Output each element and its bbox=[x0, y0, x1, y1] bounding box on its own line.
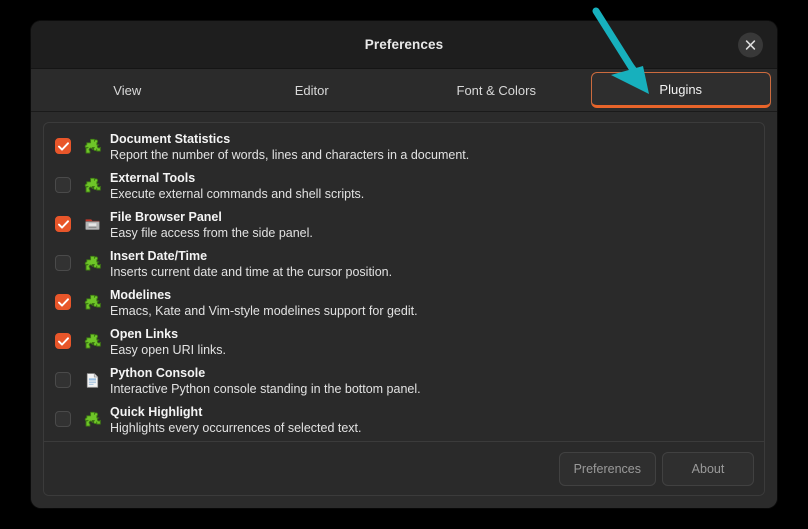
puzzle-piece-icon bbox=[83, 332, 101, 350]
folder-icon bbox=[83, 215, 101, 233]
puzzle-piece-icon bbox=[83, 254, 101, 272]
puzzle-piece-icon bbox=[83, 293, 101, 311]
plugin-description: Emacs, Kate and Vim-style modelines supp… bbox=[110, 303, 418, 319]
plugin-name: Insert Date/Time bbox=[110, 248, 392, 264]
tab-plugins[interactable]: Plugins bbox=[591, 72, 772, 108]
list-item[interactable]: Quick Highlight Highlights every occurre… bbox=[44, 400, 764, 439]
puzzle-piece-icon bbox=[83, 410, 101, 428]
plugin-name: External Tools bbox=[110, 170, 364, 186]
plugin-text: Insert Date/Time Inserts current date an… bbox=[110, 247, 392, 280]
preferences-tabbar: View Editor Font & Colors Plugins bbox=[31, 69, 777, 112]
check-icon bbox=[58, 337, 69, 346]
check-icon bbox=[58, 298, 69, 307]
check-icon bbox=[58, 142, 69, 151]
list-item[interactable]: Modelines Emacs, Kate and Vim-style mode… bbox=[44, 283, 764, 322]
plugin-checkbox[interactable] bbox=[55, 138, 71, 154]
plugin-preferences-label: Preferences bbox=[574, 462, 641, 476]
list-item[interactable]: External Tools Execute external commands… bbox=[44, 166, 764, 205]
preferences-window: Preferences View Editor Font & Colors Pl… bbox=[31, 21, 777, 508]
plugin-description: Easy file access from the side panel. bbox=[110, 225, 313, 241]
plugin-about-button[interactable]: About bbox=[662, 452, 754, 486]
plugin-description: Easy open URI links. bbox=[110, 342, 226, 358]
tab-plugins-label: Plugins bbox=[659, 82, 702, 97]
close-icon bbox=[745, 39, 756, 50]
plugin-checkbox[interactable] bbox=[55, 177, 71, 193]
plugin-text: Quick Highlight Highlights every occurre… bbox=[110, 403, 362, 436]
page-title: Preferences bbox=[365, 37, 443, 52]
list-item[interactable]: Document Statistics Report the number of… bbox=[44, 127, 764, 166]
close-button[interactable] bbox=[738, 32, 763, 57]
plugin-description: Execute external commands and shell scri… bbox=[110, 186, 364, 202]
list-item[interactable]: Open Links Easy open URI links. bbox=[44, 322, 764, 361]
plugin-name: Quick Highlight bbox=[110, 404, 362, 420]
plugin-text: File Browser Panel Easy file access from… bbox=[110, 208, 313, 241]
tab-view-label: View bbox=[113, 83, 141, 98]
plugin-checkbox[interactable] bbox=[55, 333, 71, 349]
plugins-footer: Preferences About bbox=[44, 441, 764, 495]
plugin-text: Open Links Easy open URI links. bbox=[110, 325, 226, 358]
list-item[interactable]: Python Console Interactive Python consol… bbox=[44, 361, 764, 400]
plugin-checkbox[interactable] bbox=[55, 372, 71, 388]
plugin-text: Python Console Interactive Python consol… bbox=[110, 364, 421, 397]
plugin-checkbox[interactable] bbox=[55, 255, 71, 271]
list-item[interactable]: Insert Date/Time Inserts current date an… bbox=[44, 244, 764, 283]
plugin-checkbox[interactable] bbox=[55, 411, 71, 427]
plugin-name: File Browser Panel bbox=[110, 209, 313, 225]
puzzle-piece-icon bbox=[83, 137, 101, 155]
plugin-checkbox[interactable] bbox=[55, 294, 71, 310]
plugin-name: Modelines bbox=[110, 287, 418, 303]
tab-font-and-colors-label: Font & Colors bbox=[457, 83, 536, 98]
puzzle-piece-icon bbox=[83, 176, 101, 194]
plugins-panel: Document Statistics Report the number of… bbox=[43, 122, 765, 496]
plugin-about-label: About bbox=[692, 462, 725, 476]
tab-editor[interactable]: Editor bbox=[222, 72, 403, 108]
list-item[interactable]: File Browser Panel Easy file access from… bbox=[44, 205, 764, 244]
plugin-list[interactable]: Document Statistics Report the number of… bbox=[44, 123, 764, 441]
preferences-content: Document Statistics Report the number of… bbox=[31, 112, 777, 508]
check-icon bbox=[58, 220, 69, 229]
tab-view[interactable]: View bbox=[37, 72, 218, 108]
plugin-name: Document Statistics bbox=[110, 131, 469, 147]
plugin-checkbox[interactable] bbox=[55, 216, 71, 232]
plugin-name: Python Console bbox=[110, 365, 421, 381]
plugin-text: Document Statistics Report the number of… bbox=[110, 130, 469, 163]
window-titlebar: Preferences bbox=[31, 21, 777, 69]
document-icon bbox=[83, 371, 101, 389]
tab-font-and-colors[interactable]: Font & Colors bbox=[406, 72, 587, 108]
plugin-description: Interactive Python console standing in t… bbox=[110, 381, 421, 397]
plugin-text: External Tools Execute external commands… bbox=[110, 169, 364, 202]
tab-editor-label: Editor bbox=[295, 83, 329, 98]
plugin-description: Highlights every occurrences of selected… bbox=[110, 420, 362, 436]
plugin-description: Report the number of words, lines and ch… bbox=[110, 147, 469, 163]
plugin-text: Modelines Emacs, Kate and Vim-style mode… bbox=[110, 286, 418, 319]
plugin-preferences-button[interactable]: Preferences bbox=[559, 452, 656, 486]
plugin-name: Open Links bbox=[110, 326, 226, 342]
plugin-description: Inserts current date and time at the cur… bbox=[110, 264, 392, 280]
